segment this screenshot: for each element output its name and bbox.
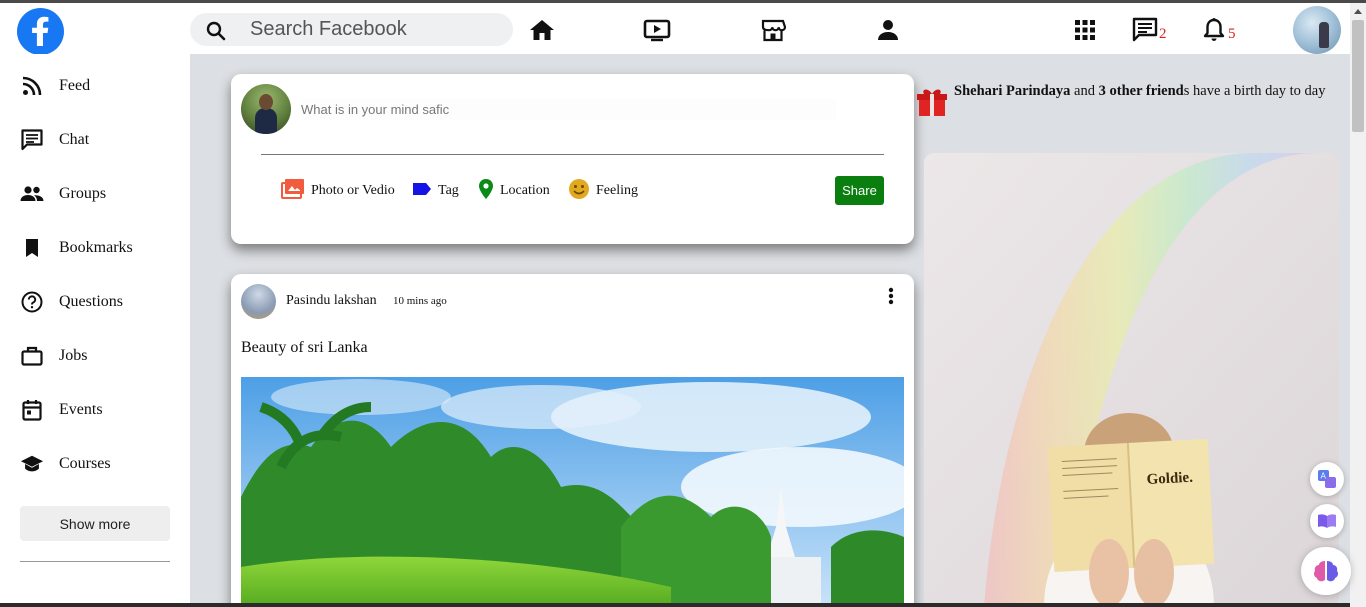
tag-label: Tag [438,183,459,198]
show-more-button[interactable]: Show more [20,506,170,541]
rss-icon [20,74,44,98]
composer-divider [261,154,884,155]
post-photo[interactable] [241,377,904,607]
briefcase-icon [20,344,44,368]
feeling-label: Feeling [596,183,638,198]
book-title: Goldie. [1146,470,1193,488]
scrollbar-thumb[interactable] [1352,20,1364,132]
location-label: Location [500,183,550,198]
sidebar-item-events[interactable]: Events [20,395,103,425]
gift-icon [916,86,948,118]
chat-icon [20,128,44,152]
photo-video-option[interactable]: Photo or Vedio [281,178,395,205]
profile-icon[interactable] [873,15,903,45]
sponsored-image[interactable]: Goldie. [924,153,1339,607]
sidebar-item-label: Events [59,401,103,418]
sidebar-item-label: Chat [59,131,90,148]
calendar-icon [20,398,44,422]
scroll-up-arrow-icon[interactable] [1350,3,1366,19]
reader-book-icon[interactable] [1310,504,1344,538]
birthday-friend-name[interactable]: Shehari Parindaya [954,83,1070,99]
share-button[interactable]: Share [835,176,884,205]
ai-assistant-brain-icon[interactable] [1301,547,1351,595]
notifications-icon[interactable] [1199,15,1229,45]
sidebar-item-bookmarks[interactable]: Bookmarks [20,233,133,263]
search-bar[interactable] [190,13,513,46]
status-input[interactable] [301,98,836,120]
left-sidebar: Feed Chat Groups Bookmarks Questions Job… [0,54,190,607]
post-composer: Photo or Vedio Tag Location Feeling Shar… [231,74,914,244]
user-avatar[interactable] [1293,6,1341,54]
watch-video-icon[interactable] [642,15,672,45]
sidebar-item-label: Bookmarks [59,239,133,256]
bookmark-icon [20,236,44,260]
birthday-and: and [1070,83,1099,99]
photo-video-label: Photo or Vedio [311,183,395,198]
birthday-others[interactable]: 3 other friend [1099,83,1184,99]
photo-icon [281,178,305,205]
marketplace-icon[interactable] [758,15,788,45]
sidebar-item-label: Feed [59,77,91,94]
post-author-name[interactable]: Pasindu lakshan [286,293,377,309]
apps-grid-icon[interactable] [1070,15,1100,45]
svg-text:A: A [1321,472,1327,481]
post-caption: Beauty of sri Lanka [241,339,368,356]
sidebar-item-label: Courses [59,455,111,472]
sidebar-item-jobs[interactable]: Jobs [20,341,87,371]
school-icon [20,452,44,476]
facebook-logo[interactable] [17,8,64,55]
notifications-badge: 5 [1228,26,1236,42]
post-author-avatar[interactable] [241,284,276,319]
sidebar-item-label: Questions [59,293,123,310]
tag-option[interactable]: Tag [412,180,459,202]
help-icon [20,290,44,314]
feeling-option[interactable]: Feeling [568,178,638,205]
composer-avatar [241,84,291,134]
sidebar-item-groups[interactable]: Groups [20,179,106,209]
groups-icon [20,182,44,206]
birthday-text: Shehari Parindaya and 3 other friends ha… [954,82,1334,100]
more-options-icon[interactable] [881,286,901,306]
tag-icon [412,182,432,201]
feed-post: Pasindu lakshan 10 mins ago Beauty of sr… [231,274,914,607]
sidebar-item-courses[interactable]: Courses [20,449,111,479]
sidebar-item-questions[interactable]: Questions [20,287,123,317]
location-option[interactable]: Location [478,178,550,205]
messages-icon[interactable] [1130,15,1160,45]
sidebar-item-label: Jobs [59,347,88,364]
birthday-rest: s have a birth day to day [1183,83,1326,99]
search-input[interactable] [250,13,500,46]
sidebar-item-chat[interactable]: Chat [20,125,89,155]
sidebar-item-feed[interactable]: Feed [20,71,90,101]
sidebar-item-label: Groups [59,185,107,202]
search-icon [206,21,226,46]
top-navbar: 2 5 [0,3,1350,55]
translate-icon[interactable]: A [1310,462,1344,496]
messages-badge: 2 [1159,26,1167,42]
smiley-icon [568,178,590,205]
home-icon[interactable] [527,15,557,45]
sidebar-divider [20,561,170,562]
window-bottom-strip [0,603,1350,607]
post-timestamp: 10 mins ago [393,295,447,307]
location-pin-icon [478,178,494,205]
